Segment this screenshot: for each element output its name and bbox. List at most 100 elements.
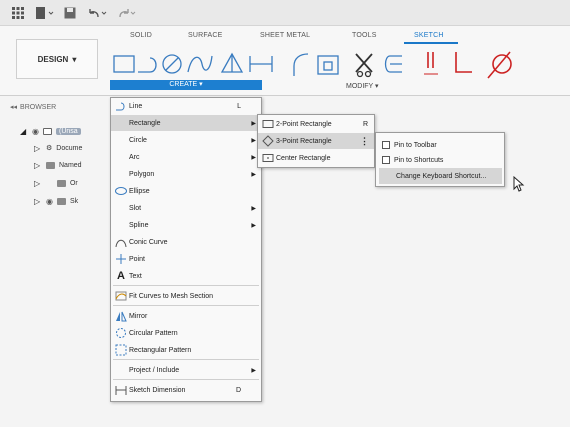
trim-tool-icon[interactable] [355, 53, 373, 78]
ribbon: DESIGN ▾ SOLID SURFACE SHEET METAL TOOLS… [0, 26, 570, 96]
menu-item-center-rectangle[interactable]: Center Rectangle [258, 150, 374, 166]
expand-arrow-icon[interactable]: ▷ [34, 161, 42, 170]
menu-item-change-keyboard-shortcut[interactable]: Change Keyboard Shortcut... [379, 168, 502, 184]
folder-icon [56, 197, 66, 205]
center-rectangle-icon [262, 154, 274, 162]
circular-pattern-icon [116, 328, 126, 338]
gear-icon: ⚙ [46, 145, 53, 152]
menu-item-slot[interactable]: Slot ▶ [111, 200, 261, 216]
collapse-arrow-icon[interactable]: ◢ [20, 127, 28, 136]
mirror-icon [116, 311, 127, 322]
menu-item-pin-to-toolbar[interactable]: Pin to Toolbar [376, 137, 504, 153]
menu-item-point[interactable]: Point [111, 251, 261, 267]
submenu-arrow-icon: ▶ [251, 222, 256, 229]
conic-curve-icon [115, 239, 127, 248]
options-menu: Pin to Toolbar Pin to Shortcuts Change K… [375, 132, 505, 187]
text-icon: A [117, 270, 125, 282]
ellipse-icon [115, 187, 127, 195]
fillet-tool-icon[interactable] [293, 53, 309, 76]
menu-item-text[interactable]: A Text [111, 268, 261, 284]
menu-item-arc[interactable]: Arc ▶ [111, 149, 261, 165]
tree-item-label: Or [69, 179, 78, 187]
folder-icon [46, 161, 55, 169]
circle-tool-icon[interactable] [162, 54, 182, 74]
submenu-arrow-icon: ▶ [251, 171, 256, 178]
tree-item-named-views[interactable]: ▷ Named [34, 158, 82, 172]
tree-item-label: Sk [69, 197, 79, 205]
browser-title: BROWSER [20, 103, 57, 111]
tab-tools[interactable]: TOOLS [352, 32, 377, 39]
modify-menu-button[interactable]: MODIFY ▾ [346, 82, 379, 90]
expand-arrow-icon[interactable]: ▷ [34, 144, 42, 153]
menu-item-rectangular-pattern[interactable]: Rectangular Pattern [111, 342, 261, 358]
line-tool-icon[interactable] [138, 57, 157, 73]
tree-item-label: Named [59, 161, 82, 169]
tree-item-document-settings[interactable]: ▷ ⚙ Docume [34, 141, 82, 155]
menu-separator [113, 305, 259, 306]
active-tab-indicator [404, 42, 458, 44]
menu-item-2-point-rectangle[interactable]: 2-Point Rectangle R [258, 116, 374, 132]
visibility-icon[interactable]: ◉ [46, 179, 53, 188]
menu-item-ellipse[interactable]: Ellipse [111, 183, 261, 199]
menu-item-circle[interactable]: Circle ▶ [111, 132, 261, 148]
menu-item-fit-curves[interactable]: Fit Curves to Mesh Section [111, 288, 261, 304]
tab-solid[interactable]: SOLID [130, 32, 152, 39]
tree-item-root: (Unsa [55, 127, 81, 135]
rectangle-submenu: 2-Point Rectangle R 3-Point Rectangle ⋮ … [257, 114, 375, 168]
menu-item-rectangle[interactable]: Rectangle ▶ [111, 115, 261, 131]
menu-item-conic-curve[interactable]: Conic Curve [111, 234, 261, 250]
workspace-label: DESIGN [37, 54, 69, 64]
tree-item-sketches[interactable]: ▷ ◉ Sk [34, 194, 78, 208]
offset-tool-icon[interactable] [317, 55, 339, 75]
extend-tool-icon[interactable] [384, 55, 403, 73]
tree-root[interactable]: ◢ ◉ (Unsa [20, 124, 81, 138]
rotated-rectangle-icon [262, 135, 274, 147]
checkbox[interactable] [380, 154, 392, 166]
point-icon [116, 254, 126, 264]
line-icon [116, 102, 125, 111]
rectangle-tool-icon[interactable] [113, 55, 135, 73]
menu-item-3-point-rectangle[interactable]: 3-Point Rectangle ⋮ [258, 133, 374, 149]
submenu-arrow-icon: ▶ [251, 367, 256, 374]
grid-icon[interactable] [12, 7, 24, 19]
menu-item-mirror[interactable]: Mirror [111, 308, 261, 324]
redo-icon[interactable] [118, 7, 138, 19]
tab-sheet-metal[interactable]: SHEET METAL [260, 32, 310, 39]
create-menu-button[interactable]: CREATE ▾ [110, 80, 262, 90]
triangle-tool-icon[interactable] [220, 52, 244, 73]
expand-arrow-icon[interactable]: ▷ [34, 179, 42, 188]
tree-item-label: Docume [56, 144, 83, 152]
tangent-constraint-icon[interactable] [487, 51, 512, 79]
constraint-icon[interactable] [424, 52, 438, 75]
menu-item-circular-pattern[interactable]: Circular Pattern [111, 325, 261, 341]
undo-icon[interactable] [88, 7, 108, 19]
dimension-tool-icon[interactable] [249, 56, 273, 72]
submenu-arrow-icon: ▶ [251, 205, 256, 212]
file-icon[interactable] [36, 7, 56, 19]
checkbox[interactable] [380, 139, 392, 151]
tab-surface[interactable]: SURFACE [188, 32, 222, 39]
menu-item-line[interactable]: Line L [111, 98, 261, 114]
rectangular-pattern-icon [115, 344, 127, 356]
menu-item-polygon[interactable]: Polygon ▶ [111, 166, 261, 182]
save-icon[interactable] [64, 7, 76, 19]
more-options-icon[interactable]: ⋮ [360, 136, 369, 147]
workspace-switcher-button[interactable]: DESIGN ▾ [16, 39, 98, 79]
visibility-icon[interactable]: ◉ [32, 127, 39, 136]
menu-item-project-include[interactable]: Project / Include ▶ [111, 362, 261, 378]
menu-separator [113, 285, 259, 286]
menu-item-spline[interactable]: Spline ▶ [111, 217, 261, 233]
spline-tool-icon[interactable] [187, 55, 213, 73]
submenu-arrow-icon: ▶ [251, 137, 256, 144]
menu-item-pin-to-shortcuts[interactable]: Pin to Shortcuts [376, 152, 504, 168]
submenu-arrow-icon: ▶ [251, 120, 256, 127]
collapse-icon[interactable]: ◂◂ [10, 103, 17, 111]
browser-header[interactable]: ◂◂ BROWSER [10, 100, 110, 114]
tab-sketch[interactable]: SKETCH [414, 32, 444, 39]
coincident-constraint-icon[interactable] [455, 52, 472, 73]
expand-arrow-icon[interactable]: ▷ [34, 197, 42, 206]
visibility-icon[interactable]: ◉ [46, 197, 53, 206]
chevron-down-icon: ▾ [72, 54, 77, 64]
tree-item-origin[interactable]: ▷ ◉ Or [34, 176, 78, 190]
menu-item-sketch-dimension[interactable]: Sketch Dimension D [111, 382, 261, 398]
